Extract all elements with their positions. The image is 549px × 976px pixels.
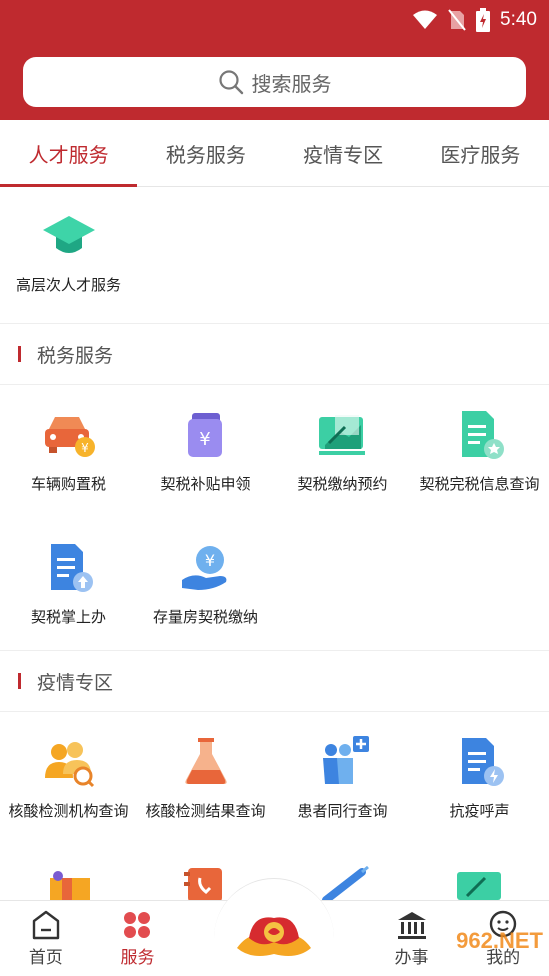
epidemic-grid: 核酸检测机构查询 核酸检测结果查询 患者同行查询 抗疫呼声 bbox=[0, 712, 549, 842]
section-title: 税务服务 bbox=[37, 344, 114, 367]
service-label: 核酸检测机构查询 bbox=[8, 802, 129, 820]
people-search-icon bbox=[41, 734, 97, 790]
home-icon bbox=[32, 910, 60, 940]
service-nucleic-test-result-query[interactable]: 核酸检测结果查询 bbox=[137, 712, 274, 842]
no-sim-icon bbox=[448, 9, 466, 31]
wallet-yen-icon: ¥ bbox=[178, 407, 234, 463]
service-label: 契税缴纳预约 bbox=[297, 475, 388, 493]
status-time: 5:40 bbox=[500, 9, 537, 30]
nav-affairs[interactable]: 办事 bbox=[366, 901, 458, 976]
hand-coin-icon: ¥ bbox=[178, 540, 234, 596]
service-deed-tax-query[interactable]: 契税完税信息查询 bbox=[411, 385, 548, 515]
search-placeholder: 搜索服务 bbox=[251, 71, 332, 96]
search-input[interactable]: 搜索服务 bbox=[23, 57, 526, 107]
bank-icon bbox=[397, 912, 426, 939]
appointment-icon bbox=[457, 872, 501, 900]
phone-book-icon bbox=[184, 868, 222, 902]
car-tax-icon: ¥ bbox=[41, 407, 97, 463]
watermark: 962.NET bbox=[456, 928, 543, 953]
service-label: 契税完税信息查询 bbox=[419, 475, 540, 493]
section-title: 疫情专区 bbox=[37, 671, 114, 694]
tax-grid: ¥ 车辆购置税 ¥ 契税补贴申领 契税缴纳预约 契税完税信息查询 契税掌上办 ¥… bbox=[0, 385, 549, 650]
patients-plus-icon bbox=[315, 734, 371, 790]
service-content: 高层次人才服务 税务服务 ¥ 车辆购置税 ¥ 契税补贴申领 契税缴纳预约 契税完… bbox=[0, 188, 549, 842]
service-label: 契税补贴申领 bbox=[160, 475, 251, 493]
flask-icon bbox=[178, 734, 234, 790]
section-marker bbox=[18, 673, 21, 689]
svg-text:¥: ¥ bbox=[204, 551, 214, 570]
service-deed-tax-subsidy[interactable]: ¥ 契税补贴申领 bbox=[137, 385, 274, 515]
service-patient-companion-query[interactable]: 患者同行查询 bbox=[274, 712, 411, 842]
grid-icon bbox=[124, 912, 151, 938]
service-label: 契税掌上办 bbox=[30, 607, 106, 626]
service-label: 存量房契税缴纳 bbox=[152, 607, 258, 626]
nav-label: 首页 bbox=[28, 948, 63, 968]
nav-services[interactable]: 服务 bbox=[92, 901, 184, 976]
appointment-icon bbox=[315, 407, 371, 463]
tab-tax-services[interactable]: 税务服务 bbox=[137, 120, 274, 186]
wifi-icon bbox=[413, 10, 438, 29]
graduation-cap-icon bbox=[41, 208, 97, 264]
header: 5:40 搜索服务 bbox=[0, 0, 549, 120]
tab-epidemic-zone[interactable]: 疫情专区 bbox=[275, 120, 412, 186]
svg-text:¥: ¥ bbox=[81, 441, 89, 455]
gift-box-icon bbox=[50, 871, 90, 902]
service-anti-epidemic-voice[interactable]: 抗疫呼声 bbox=[411, 712, 548, 842]
document-voice-icon bbox=[452, 734, 508, 790]
service-vehicle-tax[interactable]: ¥ 车辆购置税 bbox=[0, 385, 137, 515]
nav-label: 办事 bbox=[394, 948, 429, 968]
service-label: 抗疫呼声 bbox=[449, 802, 510, 820]
service-label: 高层次人才服务 bbox=[15, 276, 121, 294]
service-deed-tax-appointment[interactable]: 契税缴纳预约 bbox=[274, 385, 411, 515]
syringe-icon bbox=[322, 866, 369, 902]
emblem-logo-icon bbox=[237, 916, 311, 956]
section-marker bbox=[18, 346, 21, 362]
document-upload-icon bbox=[41, 540, 97, 596]
service-label: 核酸检测结果查询 bbox=[145, 802, 266, 820]
service-existing-house-deed-tax[interactable]: ¥ 存量房契税缴纳 bbox=[137, 518, 274, 648]
document-query-icon bbox=[452, 407, 508, 463]
section-header-epidemic: 疫情专区 bbox=[0, 650, 549, 712]
service-deed-tax-mobile[interactable]: 契税掌上办 bbox=[0, 518, 137, 648]
service-label: 车辆购置税 bbox=[30, 475, 106, 493]
service-nucleic-test-institution-query[interactable]: 核酸检测机构查询 bbox=[0, 712, 137, 842]
service-high-level-talent[interactable]: 高层次人才服务 bbox=[0, 188, 137, 318]
service-label: 患者同行查询 bbox=[297, 802, 388, 820]
nav-home[interactable]: 首页 bbox=[0, 901, 92, 976]
tab-medical-services[interactable]: 医疗服务 bbox=[412, 120, 549, 186]
search-icon bbox=[218, 70, 243, 95]
category-tabs: 人才服务 税务服务 疫情专区 医疗服务 bbox=[0, 120, 549, 187]
svg-text:¥: ¥ bbox=[199, 429, 210, 450]
talent-grid: 高层次人才服务 bbox=[0, 188, 549, 323]
tab-talent-services[interactable]: 人才服务 bbox=[0, 120, 138, 187]
nav-label: 服务 bbox=[120, 948, 155, 968]
section-header-tax: 税务服务 bbox=[0, 323, 549, 385]
status-bar: 5:40 bbox=[412, 6, 537, 34]
battery-charging-icon bbox=[476, 8, 491, 32]
center-emblem-button[interactable] bbox=[214, 878, 334, 976]
